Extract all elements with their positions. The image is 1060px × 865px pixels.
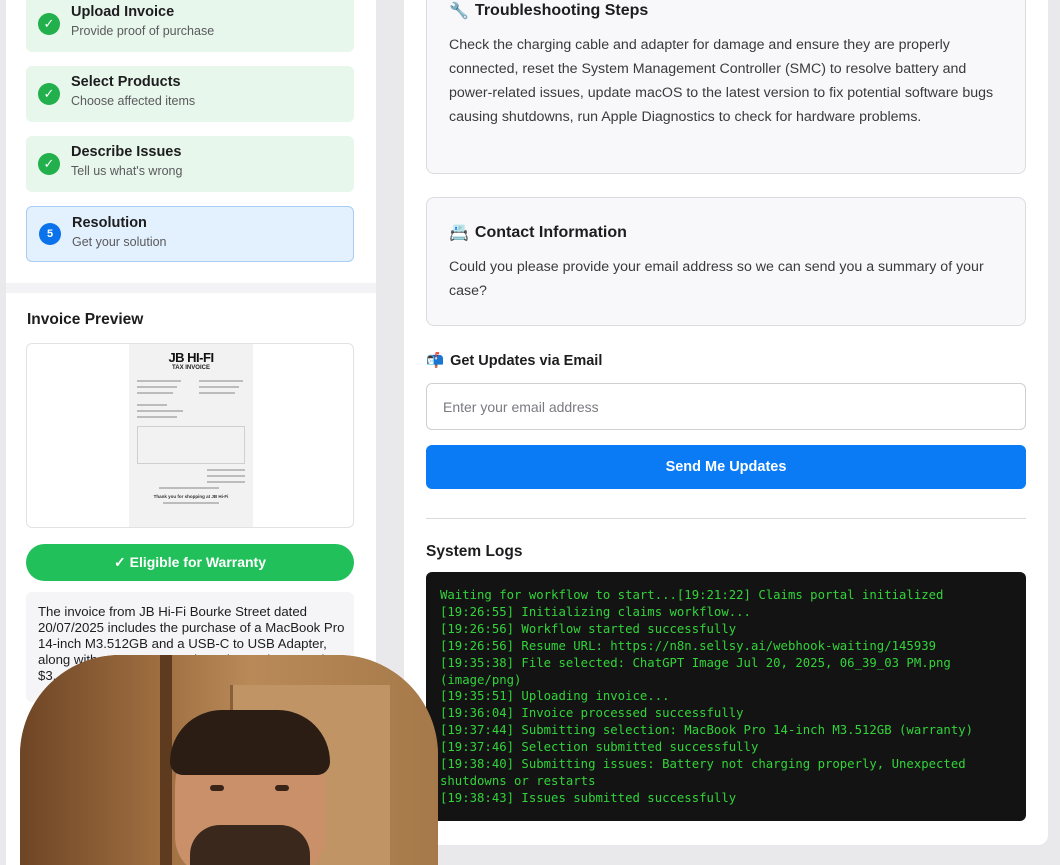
log-line: [19:38:40] Submitting issues: Battery no… (440, 757, 974, 788)
contact-body: Could you please provide your email addr… (449, 259, 984, 299)
check-icon: ✓ (38, 83, 60, 105)
log-line: Waiting for workflow to start...[19:21:2… (440, 588, 944, 602)
troubleshooting-title: Troubleshooting Steps (474, 2, 649, 19)
step-subtitle: Tell us what's wrong (71, 164, 183, 178)
step-subtitle: Choose affected items (71, 94, 196, 108)
invoice-image: JB HI-FI TAX INVOICE Thank you for shopp… (129, 344, 253, 527)
step-title: Upload Invoice (71, 4, 175, 20)
step-title: Describe Issues (71, 144, 182, 160)
step-number-badge: 5 (39, 223, 61, 245)
step-upload-invoice[interactable]: ✓ Upload Invoice Provide proof of purcha… (26, 0, 354, 52)
receipt-thanks: Thank you for shopping at JB Hi-Fi (153, 494, 229, 499)
step-describe-issues[interactable]: ✓ Describe Issues Tell us what's wrong (26, 136, 354, 192)
log-line: [19:36:04] Invoice processed successfull… (440, 706, 744, 721)
log-line: [19:26:56] Workflow started successfully (440, 621, 737, 636)
eligible-for-warranty-badge: ✓ Eligible for Warranty (26, 544, 354, 581)
log-line: [19:26:55] Initializing claims workflow.… (440, 604, 751, 619)
invoice-preview-card[interactable]: JB HI-FI TAX INVOICE Thank you for shopp… (26, 343, 354, 528)
step-subtitle: Get your solution (72, 235, 167, 249)
log-line: [19:35:51] Uploading invoice... (440, 689, 670, 704)
step-subtitle: Provide proof of purchase (71, 24, 215, 38)
log-line: [19:38:43] Issues submitted successfully (440, 790, 737, 805)
divider (426, 518, 1026, 519)
section-divider (6, 283, 376, 293)
system-logs-title: System Logs (426, 543, 523, 560)
receipt-logo: JB HI-FI (168, 350, 214, 365)
check-icon: ✓ (38, 153, 60, 175)
send-updates-button[interactable]: Send Me Updates (426, 445, 1026, 489)
troubleshooting-body: Check the charging cable and adapter for… (449, 37, 994, 125)
invoice-preview-title: Invoice Preview (27, 311, 144, 328)
contact-card: 📇 Contact Information Could you please p… (426, 197, 1026, 326)
email-input[interactable] (426, 383, 1026, 430)
check-icon: ✓ (38, 13, 60, 35)
step-resolution[interactable]: 5 Resolution Get your solution (26, 206, 354, 262)
webcam-overlay (20, 655, 438, 865)
email-updates-label: Get Updates via Email (450, 352, 603, 369)
mailbox-icon: 📬 (426, 353, 445, 369)
contact-title: Contact Information (474, 224, 627, 241)
id-card-icon: 📇 (449, 225, 469, 242)
step-title: Select Products (71, 74, 181, 90)
receipt-heading: TAX INVOICE (172, 365, 210, 371)
resolution-panel: 🔧 Troubleshooting Steps Check the chargi… (404, 0, 1048, 845)
step-select-products[interactable]: ✓ Select Products Choose affected items (26, 66, 354, 122)
troubleshooting-card: 🔧 Troubleshooting Steps Check the chargi… (426, 0, 1026, 174)
log-line: [19:35:38] File selected: ChatGPT Image … (440, 655, 959, 687)
log-line: [19:26:56] Resume URL: https://n8n.sells… (440, 638, 937, 653)
log-line: [19:37:44] Submitting selection: MacBook… (440, 723, 974, 738)
system-logs-console[interactable]: Waiting for workflow to start...[19:21:2… (426, 572, 1026, 821)
wrench-icon: 🔧 (449, 3, 469, 20)
step-title: Resolution (72, 215, 147, 231)
log-line: [19:37:46] Selection submitted successfu… (440, 740, 759, 755)
